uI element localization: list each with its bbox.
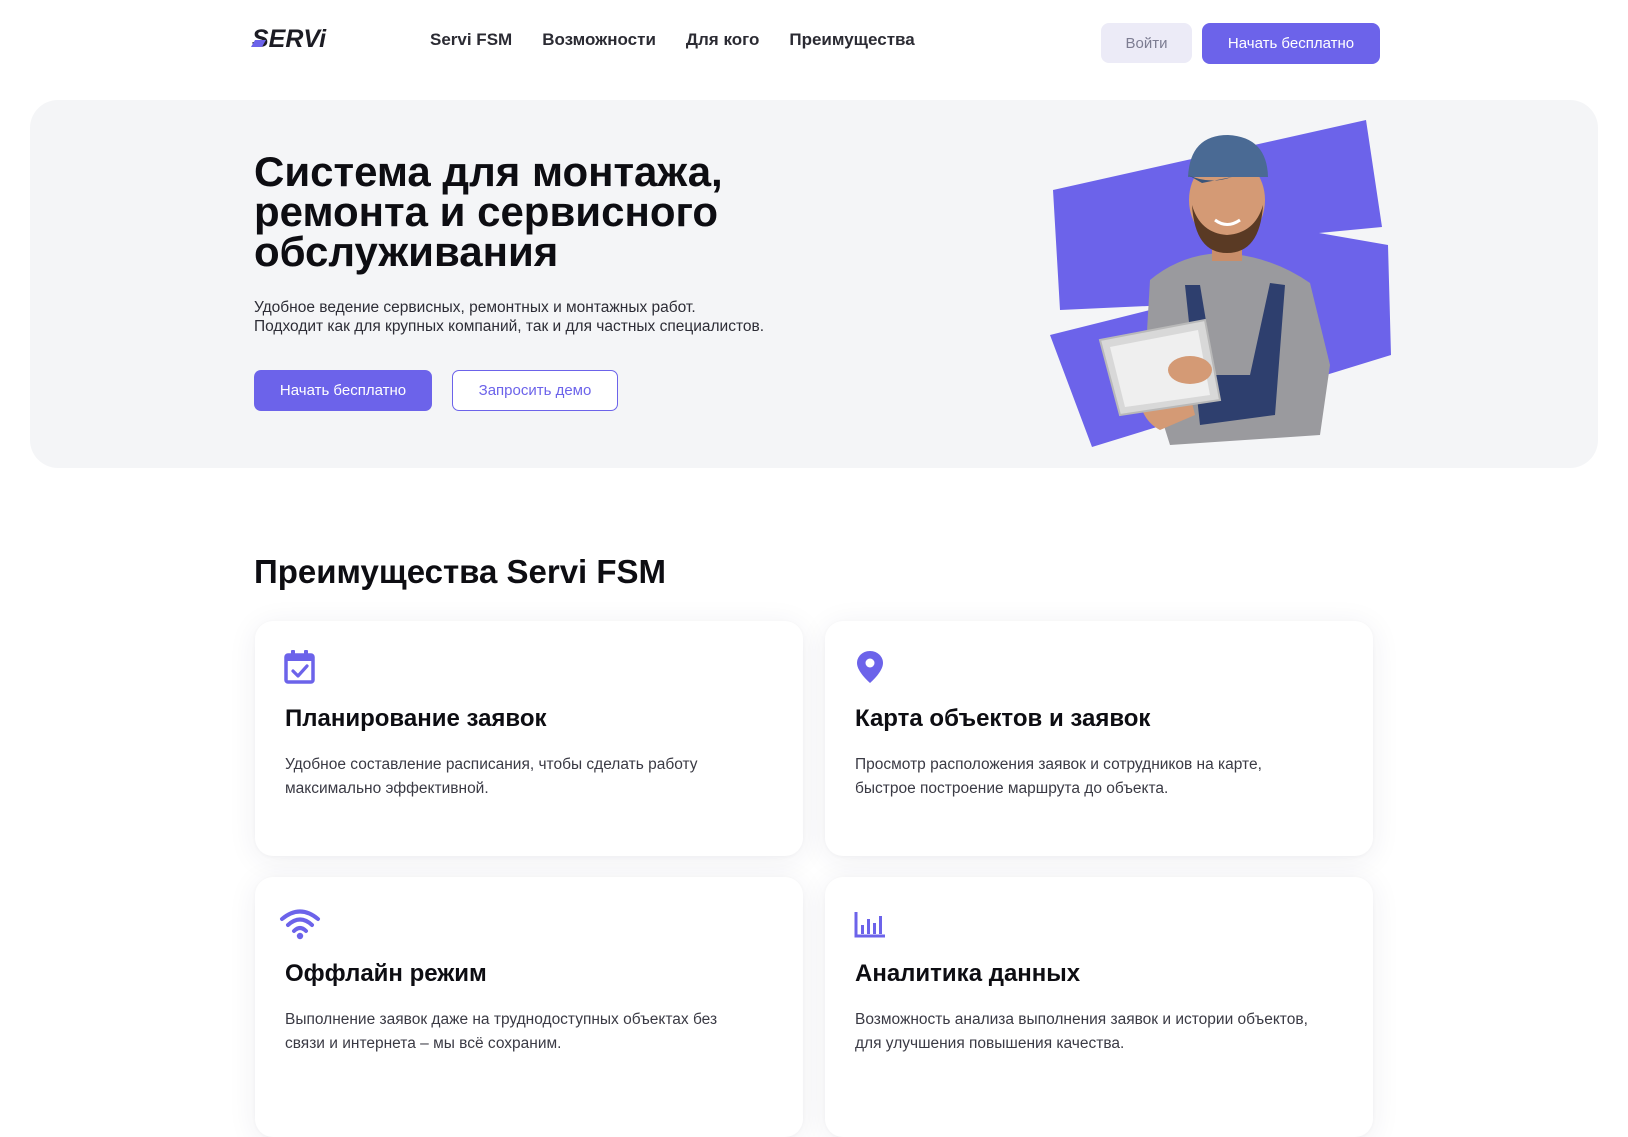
bar-chart-icon bbox=[854, 912, 885, 938]
servi-logo[interactable]: SERVi bbox=[249, 26, 355, 52]
feature-card-planning: Планирование заявок Удобное составление … bbox=[255, 621, 803, 856]
feature-card-map: Карта объектов и заявок Просмотр располо… bbox=[825, 621, 1373, 856]
feature-card-title: Планирование заявок bbox=[285, 705, 547, 732]
hero-subtitle: Удобное ведение сервисных, ремонтных и м… bbox=[254, 298, 874, 336]
feature-card-text-line: Выполнение заявок даже на труднодоступны… bbox=[285, 1011, 718, 1028]
request-demo-button[interactable]: Запросить демо bbox=[452, 370, 618, 411]
hero-section: Система для монтажа, ремонта и сервисног… bbox=[30, 100, 1598, 468]
feature-card-title: Оффлайн режим bbox=[285, 960, 487, 987]
hero-subtitle-line: Удобное ведение сервисных, ремонтных и м… bbox=[254, 299, 696, 316]
map-pin-icon bbox=[857, 651, 883, 683]
feature-card-text: Выполнение заявок даже на труднодоступны… bbox=[285, 1008, 765, 1056]
wifi-icon bbox=[280, 909, 320, 940]
nav-link-servi-fsm[interactable]: Servi FSM bbox=[430, 30, 512, 50]
feature-card-text: Удобное составление расписания, чтобы сд… bbox=[285, 753, 765, 801]
feature-card-text-line: связи и интернета – мы всё сохраним. bbox=[285, 1035, 562, 1052]
feature-card-offline: Оффлайн режим Выполнение заявок даже на … bbox=[255, 877, 803, 1137]
feature-card-text-line: максимально эффективной. bbox=[285, 780, 489, 797]
logo-text: SERVi bbox=[252, 26, 327, 52]
feature-card-title: Аналитика данных bbox=[855, 960, 1081, 987]
feature-card-title: Карта объектов и заявок bbox=[855, 705, 1151, 732]
features-title: Преимущества Servi FSM bbox=[254, 553, 667, 590]
main-nav: Servi FSM Возможности Для кого Преимущес… bbox=[430, 30, 915, 50]
start-free-hero-button[interactable]: Начать бесплатно bbox=[254, 370, 432, 411]
feature-card-text-line: Просмотр расположения заявок и сотрудник… bbox=[855, 756, 1262, 773]
hero-title: Система для монтажа, ремонта и сервисног… bbox=[254, 148, 723, 275]
calendar-check-icon bbox=[284, 650, 315, 684]
feature-card-text-line: быстрое построение маршрута до объекта. bbox=[855, 780, 1169, 797]
nav-link-audience[interactable]: Для кого bbox=[686, 30, 759, 50]
feature-card-text-line: Возможность анализа выполнения заявок и … bbox=[855, 1011, 1308, 1028]
hero-subtitle-line: Подходит как для крупных компаний, так и… bbox=[254, 318, 765, 335]
start-free-header-button[interactable]: Начать бесплатно bbox=[1202, 23, 1380, 64]
feature-card-analytics: Аналитика данных Возможность анализа вып… bbox=[825, 877, 1373, 1137]
login-button[interactable]: Войти bbox=[1101, 23, 1192, 63]
site-header: SERVi Servi FSM Возможности Для кого Пре… bbox=[0, 0, 1628, 86]
feature-card-text: Возможность анализа выполнения заявок и … bbox=[855, 1008, 1335, 1056]
nav-link-features[interactable]: Возможности bbox=[542, 30, 656, 50]
hero-illustration bbox=[1050, 120, 1391, 447]
feature-card-text-line: для улучшения повышения качества. bbox=[855, 1035, 1125, 1052]
nav-link-advantages[interactable]: Преимущества bbox=[789, 30, 914, 50]
feature-card-text-line: Удобное составление расписания, чтобы сд… bbox=[285, 756, 698, 773]
feature-card-text: Просмотр расположения заявок и сотрудник… bbox=[855, 753, 1335, 801]
